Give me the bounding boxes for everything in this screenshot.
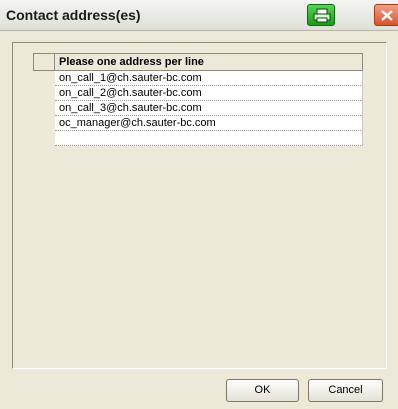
print-button[interactable] (307, 4, 335, 26)
content-panel: Please one address per line on_call_1@ch… (12, 42, 387, 369)
column-header: Please one address per line (55, 53, 363, 71)
window-title: Contact address(es) (6, 7, 141, 23)
address-row[interactable]: oc_manager@ch.sauter-bc.com (55, 116, 363, 131)
grid-rows: on_call_1@ch.sauter-bc.com on_call_2@ch.… (55, 71, 363, 146)
grid-corner-cell[interactable] (33, 53, 55, 71)
grid-header: Please one address per line (33, 53, 378, 71)
printer-icon (313, 8, 331, 23)
close-icon (381, 10, 393, 21)
title-bar[interactable]: Contact address(es) (0, 0, 398, 31)
dialog-window: Contact address(es) Please one address p… (0, 0, 398, 409)
cancel-button[interactable]: Cancel (308, 379, 383, 402)
address-row-empty[interactable] (55, 131, 363, 146)
address-row[interactable]: on_call_2@ch.sauter-bc.com (55, 86, 363, 101)
ok-button[interactable]: OK (226, 379, 299, 402)
close-button[interactable] (374, 4, 398, 26)
address-row[interactable]: on_call_1@ch.sauter-bc.com (55, 71, 363, 86)
address-row[interactable]: on_call_3@ch.sauter-bc.com (55, 101, 363, 116)
